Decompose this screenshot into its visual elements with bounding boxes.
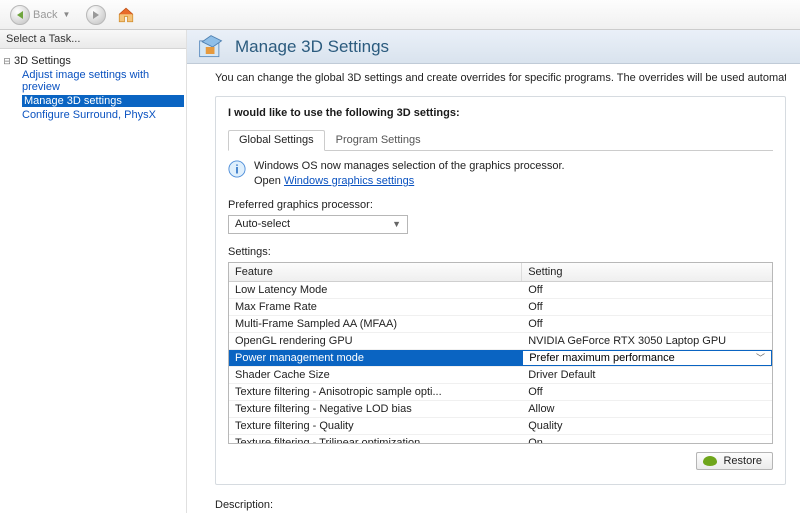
tab-program-settings[interactable]: Program Settings [325, 130, 432, 151]
grid-cell-feature: Shader Cache Size [229, 367, 522, 383]
windows-graphics-link[interactable]: Windows graphics settings [284, 175, 414, 187]
grid-row[interactable]: OpenGL rendering GPUNVIDIA GeForce RTX 3… [229, 333, 772, 350]
home-icon [117, 6, 135, 24]
header-3d-icon [197, 33, 225, 61]
grid-cell-feature: Texture filtering - Quality [229, 418, 522, 434]
forward-arrow-icon [86, 5, 106, 25]
tree-collapse-icon[interactable]: ⊟ [2, 56, 12, 67]
settings-panel: I would like to use the following 3D set… [215, 96, 786, 485]
home-button[interactable] [116, 5, 136, 25]
content-area: Manage 3D Settings You can change the gl… [187, 30, 800, 513]
grid-cell-feature: Texture filtering - Negative LOD bias [229, 401, 522, 417]
description-label: Description: [215, 499, 786, 511]
tree-item-surround-physx[interactable]: Configure Surround, PhysX [22, 109, 184, 121]
info-message: i Windows OS now manages selection of th… [228, 159, 773, 189]
info-line2a: Open [254, 175, 284, 187]
grid-cell-setting[interactable]: Prefer maximum performance﹀ [522, 350, 772, 366]
back-button[interactable]: Back ▼ [4, 3, 76, 27]
grid-cell-feature: OpenGL rendering GPU [229, 333, 522, 349]
grid-row[interactable]: Texture filtering - Trilinear optimizati… [229, 435, 772, 443]
back-dropdown-icon: ▼ [62, 10, 70, 19]
intro-text: You can change the global 3D settings an… [215, 72, 786, 84]
tab-global-settings[interactable]: Global Settings [228, 130, 325, 151]
restore-label: Restore [723, 455, 762, 467]
tabs: Global Settings Program Settings [228, 129, 773, 151]
grid-row[interactable]: Texture filtering - Anisotropic sample o… [229, 384, 772, 401]
back-label: Back [33, 9, 57, 21]
grid-cell-setting: Driver Default [522, 367, 772, 383]
grid-row[interactable]: Max Frame RateOff [229, 299, 772, 316]
description-section: Description: The Latency control reduces… [215, 499, 786, 513]
grid-cell-setting: Off [522, 316, 772, 332]
settings-grid[interactable]: Feature Setting Low Latency ModeOffMax F… [228, 262, 773, 444]
panel-heading: I would like to use the following 3D set… [228, 107, 773, 119]
preferred-processor-value: Auto-select [235, 218, 290, 230]
col-feature[interactable]: Feature [229, 263, 522, 281]
info-icon: i [228, 160, 246, 178]
task-tree: ⊟ 3D Settings Adjust image settings with… [0, 49, 186, 127]
grid-cell-setting: Off [522, 384, 772, 400]
grid-row[interactable]: Power management modePrefer maximum perf… [229, 350, 772, 367]
preferred-processor-label: Preferred graphics processor: [228, 199, 773, 211]
grid-cell-setting: Off [522, 282, 772, 298]
grid-cell-setting: Off [522, 299, 772, 315]
chevron-down-icon: ▼ [392, 219, 401, 229]
preferred-processor-select[interactable]: Auto-select ▼ [228, 215, 408, 234]
restore-button[interactable]: Restore [696, 452, 773, 470]
forward-button[interactable] [80, 3, 112, 27]
grid-cell-setting: Quality [522, 418, 772, 434]
tree-item-manage-3d[interactable]: Manage 3D settings [22, 95, 184, 107]
page-title: Manage 3D Settings [235, 37, 389, 57]
toolbar: Back ▼ [0, 0, 800, 30]
grid-cell-setting: On [522, 435, 772, 443]
info-line1: Windows OS now manages selection of the … [254, 160, 565, 172]
nvidia-icon [703, 456, 717, 466]
grid-row[interactable]: Low Latency ModeOff [229, 282, 772, 299]
settings-label: Settings: [228, 246, 773, 258]
grid-row[interactable]: Texture filtering - Negative LOD biasAll… [229, 401, 772, 418]
grid-cell-feature: Max Frame Rate [229, 299, 522, 315]
grid-cell-setting: Allow [522, 401, 772, 417]
select-task-header: Select a Task... [0, 30, 186, 49]
grid-cell-feature: Texture filtering - Trilinear optimizati… [229, 435, 522, 443]
grid-cell-feature: Low Latency Mode [229, 282, 522, 298]
grid-row[interactable]: Shader Cache SizeDriver Default [229, 367, 772, 384]
col-setting[interactable]: Setting [522, 263, 772, 281]
chevron-down-icon: ﹀ [756, 351, 765, 364]
back-arrow-icon [10, 5, 30, 25]
grid-row[interactable]: Multi-Frame Sampled AA (MFAA)Off [229, 316, 772, 333]
grid-cell-feature: Power management mode [229, 350, 522, 366]
grid-cell-feature: Multi-Frame Sampled AA (MFAA) [229, 316, 522, 332]
grid-row[interactable]: Texture filtering - QualityQuality [229, 418, 772, 435]
grid-cell-feature: Texture filtering - Anisotropic sample o… [229, 384, 522, 400]
grid-header: Feature Setting [229, 263, 772, 282]
tree-root-label: 3D Settings [14, 55, 71, 67]
grid-cell-setting: NVIDIA GeForce RTX 3050 Laptop GPU [522, 333, 772, 349]
svg-text:i: i [235, 164, 238, 177]
tree-root-3d-settings[interactable]: ⊟ 3D Settings [2, 55, 184, 67]
sidebar: Select a Task... ⊟ 3D Settings Adjust im… [0, 30, 187, 513]
page-header: Manage 3D Settings [187, 30, 800, 64]
tree-item-adjust-image[interactable]: Adjust image settings with preview [22, 69, 184, 93]
